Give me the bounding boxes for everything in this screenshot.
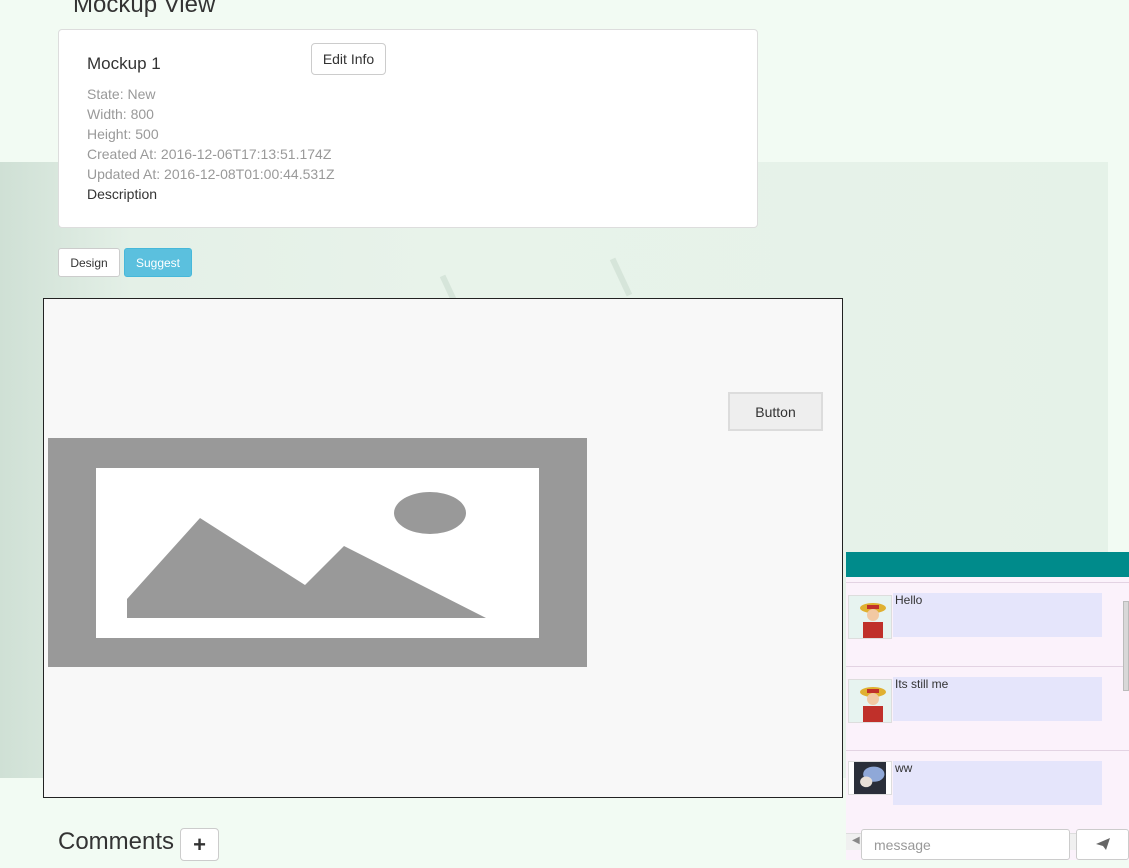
chat-bubble: ww xyxy=(893,761,1102,805)
mockup-height: Height: 500 xyxy=(87,126,159,142)
mockup-state: State: New xyxy=(87,86,156,102)
chat-message: Hello xyxy=(846,582,1129,667)
chat-message-list[interactable]: Hello Its still me ww ◀ ▶ xyxy=(846,577,1129,860)
mockup-button-element[interactable]: Button xyxy=(728,392,823,431)
send-icon xyxy=(1095,837,1110,850)
avatar-straw-hat-icon xyxy=(848,595,892,639)
chat-bubble: Hello xyxy=(893,593,1102,637)
scroll-left-icon[interactable]: ◀ xyxy=(852,835,860,846)
pen-decoration xyxy=(609,257,633,297)
avatar-straw-hat-icon xyxy=(848,679,892,723)
comments-heading: Comments xyxy=(58,828,175,855)
mockup-info-card: Mockup 1 Edit Info State: New Width: 800… xyxy=(58,29,758,228)
mockup-updated-at: Updated At: 2016-12-08T01:00:44.531Z xyxy=(87,166,335,182)
mockup-width: Width: 800 xyxy=(87,106,154,122)
mockup-created-at: Created At: 2016-12-06T17:13:51.174Z xyxy=(87,146,332,162)
vertical-scrollbar[interactable] xyxy=(1123,601,1129,691)
chat-message: Its still me xyxy=(846,666,1129,751)
add-comment-button[interactable]: + xyxy=(180,828,219,861)
edit-info-button[interactable]: Edit Info xyxy=(311,43,386,75)
mockup-description: Description xyxy=(87,186,158,202)
image-placeholder-icon[interactable] xyxy=(48,438,587,667)
chat-bubble: Its still me xyxy=(893,677,1102,721)
chat-message: ww xyxy=(846,750,1129,835)
page-title: Mockup View xyxy=(73,0,216,18)
tab-suggest[interactable]: Suggest xyxy=(124,248,192,277)
avatar-photo-icon xyxy=(848,761,892,795)
chat-header xyxy=(846,552,1129,577)
tab-design[interactable]: Design xyxy=(58,248,120,277)
mockup-name: Mockup 1 xyxy=(87,54,161,73)
chat-panel: Hello Its still me ww ◀ ▶ xyxy=(846,552,1129,868)
mockup-canvas[interactable]: Button xyxy=(43,298,843,798)
send-button[interactable] xyxy=(1076,829,1129,860)
message-input[interactable] xyxy=(861,829,1070,860)
